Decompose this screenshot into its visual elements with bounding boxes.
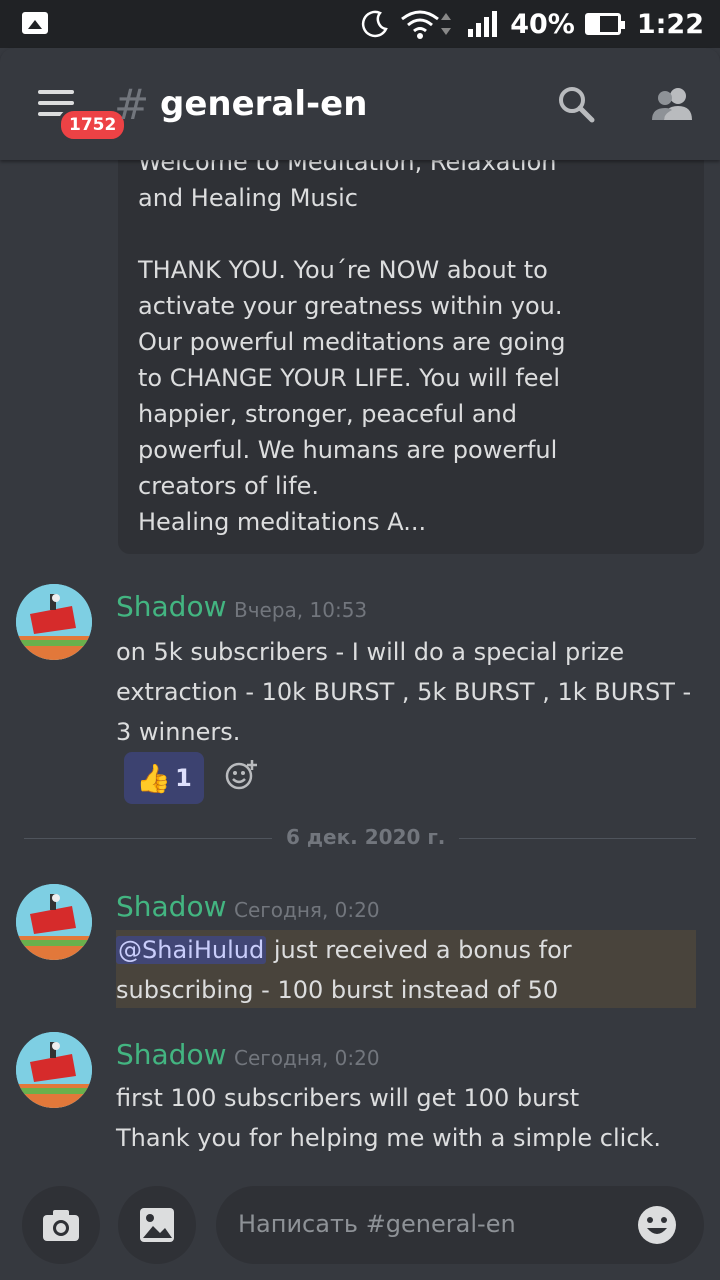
message-author[interactable]: Shadow [116, 590, 226, 623]
wifi-icon [401, 10, 452, 39]
gallery-icon [140, 1208, 174, 1242]
channel-name[interactable]: general-en [160, 84, 367, 124]
reaction-count: 1 [175, 764, 192, 792]
embed-description: Welcome to Meditation, Relaxation and He… [138, 148, 566, 536]
user-mention[interactable]: @ShaiHulud [116, 936, 267, 964]
avatar[interactable] [16, 1032, 92, 1108]
message-input-placeholder: Написать #general-en [238, 1210, 516, 1238]
reaction-thumbs-up[interactable]: 👍 1 [124, 752, 204, 804]
message-author[interactable]: Shadow [116, 890, 226, 923]
camera-icon [43, 1210, 79, 1241]
message-timestamp: Сегодня, 0:20 [234, 898, 380, 922]
battery-icon [584, 13, 625, 35]
message-line: Thank you for helping me with a simple c… [116, 1124, 662, 1152]
status-bar: 40% 1:22 [0, 0, 720, 48]
link-embed[interactable]: Welcome to Meditation, Relaxation and He… [118, 130, 704, 554]
emoji-icon[interactable] [636, 1204, 678, 1246]
message-line: first 100 subscribers will get 100 burst [116, 1084, 580, 1112]
message-timestamp: Сегодня, 0:20 [234, 1046, 380, 1070]
composer-bar: Написать #general-en [0, 1180, 720, 1280]
message-text: on 5k subscribers - I will do a special … [116, 638, 692, 746]
moon-icon [362, 10, 388, 38]
hash-icon: # [114, 80, 150, 129]
image-icon [22, 12, 48, 34]
avatar[interactable] [16, 884, 92, 960]
gallery-button[interactable] [118, 1186, 196, 1264]
camera-button[interactable] [22, 1186, 100, 1264]
clock: 1:22 [636, 8, 704, 40]
message-author[interactable]: Shadow [116, 1038, 226, 1071]
avatar[interactable] [16, 584, 92, 660]
thumbs-up-icon: 👍 [136, 761, 172, 795]
search-icon[interactable] [556, 84, 596, 124]
channel-header: 1752 # general-en [0, 48, 720, 160]
date-divider: 6 дек. 2020 г. [272, 825, 460, 849]
message-text: first 100 subscribers will get 100 burst… [116, 1078, 706, 1158]
chat-scroll[interactable]: Welcome to Meditation, Relaxation and He… [0, 0, 720, 1280]
message-input[interactable]: Написать #general-en [216, 1186, 704, 1264]
add-reaction-icon[interactable] [224, 758, 258, 792]
message-text: @ShaiHulud just received a bonus for sub… [116, 930, 706, 1010]
signal-icon [468, 11, 498, 37]
battery-percent: 40% [510, 8, 575, 40]
members-icon[interactable] [650, 84, 696, 124]
message-timestamp: Вчера, 10:53 [234, 598, 368, 622]
